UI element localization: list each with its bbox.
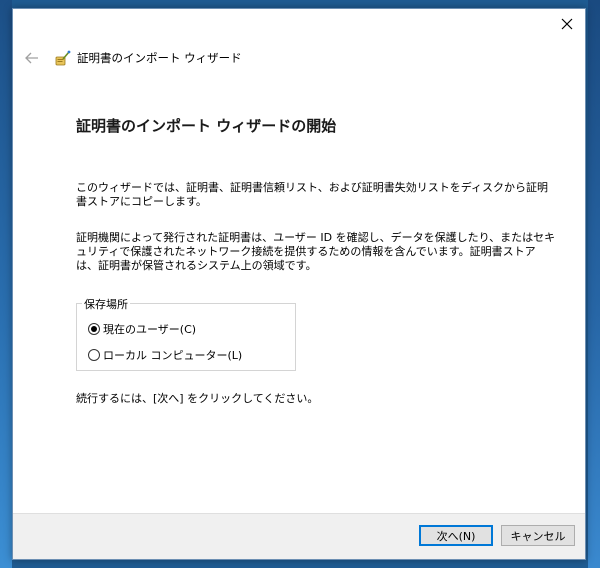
store-location-group: 保存場所 現在のユーザー(C) ローカル コンピューター(L) [76, 296, 296, 371]
next-button[interactable]: 次へ(N) [419, 525, 493, 546]
close-button[interactable] [553, 13, 581, 35]
cancel-button[interactable]: キャンセル [501, 525, 575, 546]
store-location-label: 保存場所 [82, 296, 130, 312]
radio-local-machine-label: ローカル コンピューター(L) [103, 349, 243, 362]
page-title: 証明書のインポート ウィザードの開始 [76, 117, 337, 135]
back-button[interactable] [23, 49, 41, 67]
description-text-1: このウィザードでは、証明書、証明書信頼リスト、および証明書失効リストをディスクか… [76, 181, 549, 208]
wizard-nav: 証明書のインポート ウィザード [23, 47, 242, 69]
desktop-background-left [0, 0, 12, 568]
back-arrow-icon [25, 52, 38, 64]
certificate-wizard-icon [55, 50, 71, 66]
instruction-text: 続行するには、[次へ] をクリックしてください。 [76, 392, 319, 405]
radio-current-user-label: 現在のユーザー(C) [103, 323, 197, 336]
radio-button-unchecked[interactable] [88, 349, 100, 361]
radio-button-checked[interactable] [88, 323, 100, 335]
wizard-window: 証明書のインポート ウィザード 証明書のインポート ウィザードの開始 このウィザ… [12, 8, 586, 560]
window-title: 証明書のインポート ウィザード [77, 51, 242, 65]
button-bar: 次へ(N) キャンセル [13, 513, 585, 559]
radio-local-machine[interactable]: ローカル コンピューター(L) [88, 347, 242, 363]
desktop-background-right [588, 0, 600, 568]
close-icon [561, 18, 573, 30]
radio-current-user[interactable]: 現在のユーザー(C) [88, 321, 196, 337]
description-text-2: 証明機関によって発行された証明書は、ユーザー ID を確認し、データを保護したり… [76, 231, 556, 272]
